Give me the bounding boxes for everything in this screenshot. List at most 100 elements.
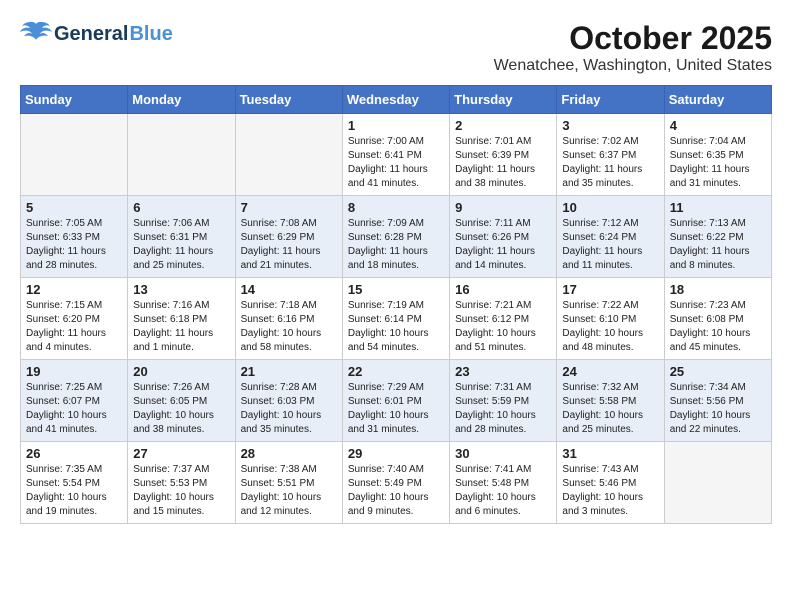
table-row: 24Sunrise: 7:32 AM Sunset: 5:58 PM Dayli… bbox=[557, 360, 664, 442]
day-info: Sunrise: 7:23 AM Sunset: 6:08 PM Dayligh… bbox=[670, 299, 766, 355]
header-saturday: Saturday bbox=[664, 86, 771, 114]
day-number: 5 bbox=[26, 200, 122, 215]
week-row-5: 26Sunrise: 7:35 AM Sunset: 5:54 PM Dayli… bbox=[21, 442, 772, 524]
day-number: 13 bbox=[133, 282, 229, 297]
table-row bbox=[235, 114, 342, 196]
day-number: 22 bbox=[348, 364, 444, 379]
day-number: 25 bbox=[670, 364, 766, 379]
day-info: Sunrise: 7:22 AM Sunset: 6:10 PM Dayligh… bbox=[562, 299, 658, 355]
table-row: 26Sunrise: 7:35 AM Sunset: 5:54 PM Dayli… bbox=[21, 442, 128, 524]
day-info: Sunrise: 7:25 AM Sunset: 6:07 PM Dayligh… bbox=[26, 381, 122, 437]
day-info: Sunrise: 7:16 AM Sunset: 6:18 PM Dayligh… bbox=[133, 299, 229, 355]
logo-bird-icon bbox=[20, 20, 52, 48]
day-info: Sunrise: 7:40 AM Sunset: 5:49 PM Dayligh… bbox=[348, 463, 444, 519]
day-info: Sunrise: 7:37 AM Sunset: 5:53 PM Dayligh… bbox=[133, 463, 229, 519]
table-row: 25Sunrise: 7:34 AM Sunset: 5:56 PM Dayli… bbox=[664, 360, 771, 442]
table-row: 12Sunrise: 7:15 AM Sunset: 6:20 PM Dayli… bbox=[21, 278, 128, 360]
table-row: 22 Sunrise: 7:29 AM Sunset: 6:01 PM Dayli… bbox=[342, 360, 449, 442]
header-monday: Monday bbox=[128, 86, 235, 114]
day-number: 18 bbox=[670, 282, 766, 297]
day-number: 2 bbox=[455, 118, 551, 133]
table-row: 17Sunrise: 7:22 AM Sunset: 6:10 PM Dayli… bbox=[557, 278, 664, 360]
header-thursday: Thursday bbox=[450, 86, 557, 114]
table-row: 6 Sunrise: 7:06 AM Sunset: 6:31 PM Daylig… bbox=[128, 196, 235, 278]
table-row: 15 Sunrise: 7:19 AM Sunset: 6:14 PM Dayli… bbox=[342, 278, 449, 360]
table-row: 29 Sunrise: 7:40 AM Sunset: 5:49 PM Dayli… bbox=[342, 442, 449, 524]
day-number: 10 bbox=[562, 200, 658, 215]
day-number: 20 bbox=[133, 364, 229, 379]
table-row: 23 Sunrise: 7:31 AM Sunset: 5:59 PM Dayli… bbox=[450, 360, 557, 442]
calendar-table: Sunday Monday Tuesday Wednesday Thursday… bbox=[20, 85, 772, 524]
table-row: 7 Sunrise: 7:08 AM Sunset: 6:29 PM Daylig… bbox=[235, 196, 342, 278]
table-row: 28 Sunrise: 7:38 AM Sunset: 5:51 PM Dayli… bbox=[235, 442, 342, 524]
day-info: Sunrise: 7:11 AM Sunset: 6:26 PM Dayligh… bbox=[455, 217, 551, 273]
day-number: 19 bbox=[26, 364, 122, 379]
day-number: 27 bbox=[133, 446, 229, 461]
day-info: Sunrise: 7:29 AM Sunset: 6:01 PM Dayligh… bbox=[348, 381, 444, 437]
day-info: Sunrise: 7:01 AM Sunset: 6:39 PM Dayligh… bbox=[455, 135, 551, 191]
table-row: 21Sunrise: 7:28 AM Sunset: 6:03 PM Dayli… bbox=[235, 360, 342, 442]
week-row-4: 19 Sunrise: 7:25 AM Sunset: 6:07 PM Dayli… bbox=[21, 360, 772, 442]
table-row: 3Sunrise: 7:02 AM Sunset: 6:37 PM Daylig… bbox=[557, 114, 664, 196]
table-row: 19 Sunrise: 7:25 AM Sunset: 6:07 PM Dayli… bbox=[21, 360, 128, 442]
day-number: 24 bbox=[562, 364, 658, 379]
page-header: General Blue October 2025 Wenatchee, Was… bbox=[20, 20, 772, 75]
day-info: Sunrise: 7:09 AM Sunset: 6:28 PM Dayligh… bbox=[348, 217, 444, 273]
day-number: 6 bbox=[133, 200, 229, 215]
title-section: October 2025 Wenatchee, Washington, Unit… bbox=[494, 20, 772, 75]
day-info: Sunrise: 7:31 AM Sunset: 5:59 PM Dayligh… bbox=[455, 381, 551, 437]
table-row: 18 Sunrise: 7:23 AM Sunset: 6:08 PM Dayli… bbox=[664, 278, 771, 360]
day-number: 12 bbox=[26, 282, 122, 297]
calendar-title: October 2025 bbox=[494, 20, 772, 57]
day-number: 9 bbox=[455, 200, 551, 215]
day-info: Sunrise: 7:05 AM Sunset: 6:33 PM Dayligh… bbox=[26, 217, 122, 273]
day-info: Sunrise: 7:13 AM Sunset: 6:22 PM Dayligh… bbox=[670, 217, 766, 273]
header-tuesday: Tuesday bbox=[235, 86, 342, 114]
table-row: 31 Sunrise: 7:43 AM Sunset: 5:46 PM Dayli… bbox=[557, 442, 664, 524]
day-info: Sunrise: 7:18 AM Sunset: 6:16 PM Dayligh… bbox=[241, 299, 337, 355]
day-info: Sunrise: 7:02 AM Sunset: 6:37 PM Dayligh… bbox=[562, 135, 658, 191]
day-info: Sunrise: 7:08 AM Sunset: 6:29 PM Dayligh… bbox=[241, 217, 337, 273]
table-row bbox=[128, 114, 235, 196]
logo-general: General bbox=[54, 23, 128, 46]
table-row: 27 Sunrise: 7:37 AM Sunset: 5:53 PM Dayli… bbox=[128, 442, 235, 524]
day-number: 8 bbox=[348, 200, 444, 215]
table-row: 8 Sunrise: 7:09 AM Sunset: 6:28 PM Daylig… bbox=[342, 196, 449, 278]
header-wednesday: Wednesday bbox=[342, 86, 449, 114]
day-info: Sunrise: 7:00 AM Sunset: 6:41 PM Dayligh… bbox=[348, 135, 444, 191]
week-row-1: 1 Sunrise: 7:00 AM Sunset: 6:41 PM Daylig… bbox=[21, 114, 772, 196]
day-number: 30 bbox=[455, 446, 551, 461]
week-row-2: 5 Sunrise: 7:05 AM Sunset: 6:33 PM Daylig… bbox=[21, 196, 772, 278]
day-number: 16 bbox=[455, 282, 551, 297]
day-number: 7 bbox=[241, 200, 337, 215]
day-number: 1 bbox=[348, 118, 444, 133]
table-row: 2 Sunrise: 7:01 AM Sunset: 6:39 PM Daylig… bbox=[450, 114, 557, 196]
day-number: 21 bbox=[241, 364, 337, 379]
logo-blue: Blue bbox=[129, 23, 172, 46]
day-number: 31 bbox=[562, 446, 658, 461]
table-row: 10Sunrise: 7:12 AM Sunset: 6:24 PM Dayli… bbox=[557, 196, 664, 278]
day-number: 29 bbox=[348, 446, 444, 461]
weekday-header-row: Sunday Monday Tuesday Wednesday Thursday… bbox=[21, 86, 772, 114]
day-info: Sunrise: 7:43 AM Sunset: 5:46 PM Dayligh… bbox=[562, 463, 658, 519]
calendar-subtitle: Wenatchee, Washington, United States bbox=[494, 57, 772, 75]
day-info: Sunrise: 7:26 AM Sunset: 6:05 PM Dayligh… bbox=[133, 381, 229, 437]
table-row: 4Sunrise: 7:04 AM Sunset: 6:35 PM Daylig… bbox=[664, 114, 771, 196]
day-info: Sunrise: 7:06 AM Sunset: 6:31 PM Dayligh… bbox=[133, 217, 229, 273]
header-sunday: Sunday bbox=[21, 86, 128, 114]
table-row: 30 Sunrise: 7:41 AM Sunset: 5:48 PM Dayli… bbox=[450, 442, 557, 524]
day-number: 28 bbox=[241, 446, 337, 461]
table-row: 11 Sunrise: 7:13 AM Sunset: 6:22 PM Dayli… bbox=[664, 196, 771, 278]
day-info: Sunrise: 7:19 AM Sunset: 6:14 PM Dayligh… bbox=[348, 299, 444, 355]
day-number: 23 bbox=[455, 364, 551, 379]
day-number: 4 bbox=[670, 118, 766, 133]
table-row: 13 Sunrise: 7:16 AM Sunset: 6:18 PM Dayli… bbox=[128, 278, 235, 360]
day-info: Sunrise: 7:38 AM Sunset: 5:51 PM Dayligh… bbox=[241, 463, 337, 519]
day-number: 26 bbox=[26, 446, 122, 461]
header-friday: Friday bbox=[557, 86, 664, 114]
table-row: 14Sunrise: 7:18 AM Sunset: 6:16 PM Dayli… bbox=[235, 278, 342, 360]
day-number: 11 bbox=[670, 200, 766, 215]
table-row bbox=[664, 442, 771, 524]
day-info: Sunrise: 7:41 AM Sunset: 5:48 PM Dayligh… bbox=[455, 463, 551, 519]
day-number: 15 bbox=[348, 282, 444, 297]
